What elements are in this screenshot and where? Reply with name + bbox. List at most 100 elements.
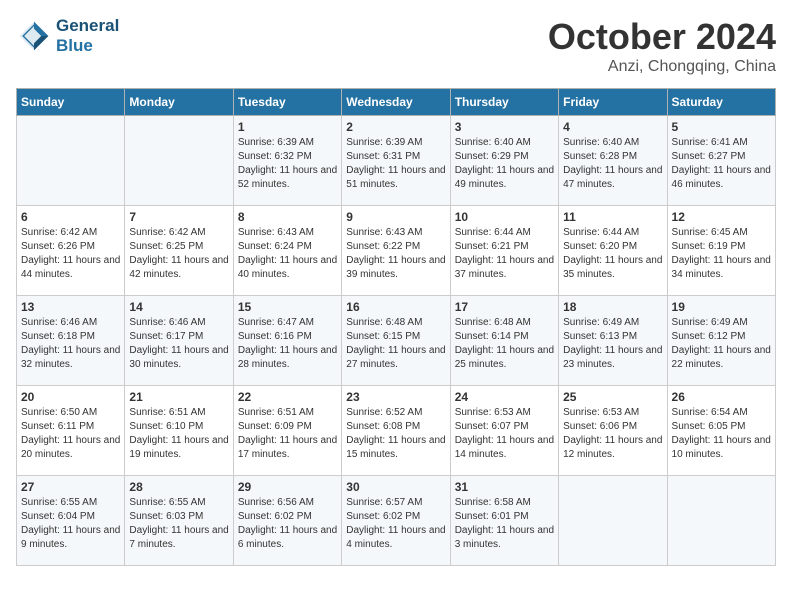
header-saturday: Saturday (667, 89, 775, 116)
day-info: Sunrise: 6:55 AM Sunset: 6:03 PM Dayligh… (129, 496, 228, 552)
header-tuesday: Tuesday (233, 89, 341, 116)
logo-name-bottom: Blue (56, 36, 119, 56)
calendar-week-1: 1Sunrise: 6:39 AM Sunset: 6:32 PM Daylig… (17, 116, 776, 206)
header-monday: Monday (125, 89, 233, 116)
day-number: 31 (455, 480, 554, 494)
calendar-cell: 7Sunrise: 6:42 AM Sunset: 6:25 PM Daylig… (125, 206, 233, 296)
day-info: Sunrise: 6:41 AM Sunset: 6:27 PM Dayligh… (672, 136, 771, 192)
day-number: 19 (672, 300, 771, 314)
day-number: 6 (21, 210, 120, 224)
title-block: October 2024 Anzi, Chongqing, China (548, 16, 776, 76)
day-number: 25 (563, 390, 662, 404)
calendar-cell: 19 Sunrise: 6:49 AM Sunset: 6:12 PM Dayli… (667, 296, 775, 386)
calendar-cell: 27 Sunrise: 6:55 AM Sunset: 6:04 PM Dayli… (17, 476, 125, 566)
calendar-cell: 28 Sunrise: 6:55 AM Sunset: 6:03 PM Dayli… (125, 476, 233, 566)
day-info: Sunrise: 6:40 AM Sunset: 6:28 PM Dayligh… (563, 136, 662, 192)
calendar-cell (125, 116, 233, 206)
calendar-cell: 29 Sunrise: 6:56 AM Sunset: 6:02 PM Dayli… (233, 476, 341, 566)
day-number: 23 (346, 390, 445, 404)
day-info: Sunrise: 6:43 AM Sunset: 6:22 PM Dayligh… (346, 226, 445, 282)
day-info: Sunrise: 6:47 AM Sunset: 6:16 PM Dayligh… (238, 316, 337, 372)
day-info: Sunrise: 6:48 AM Sunset: 6:15 PM Dayligh… (346, 316, 445, 372)
calendar-cell: 21 Sunrise: 6:51 AM Sunset: 6:10 PM Dayli… (125, 386, 233, 476)
calendar-week-2: 6 Sunrise: 6:42 AM Sunset: 6:26 PM Daylig… (17, 206, 776, 296)
calendar-cell: 8 Sunrise: 6:43 AM Sunset: 6:24 PM Daylig… (233, 206, 341, 296)
day-info: Sunrise: 6:40 AM Sunset: 6:29 PM Dayligh… (455, 136, 554, 192)
day-info: Sunrise: 6:56 AM Sunset: 6:02 PM Dayligh… (238, 496, 337, 552)
day-number: 1 (238, 120, 337, 134)
day-number: 14 (129, 300, 228, 314)
calendar-cell: 11Sunrise: 6:44 AM Sunset: 6:20 PM Dayli… (559, 206, 667, 296)
day-info: Sunrise: 6:39 AM Sunset: 6:31 PM Dayligh… (346, 136, 445, 192)
calendar-cell: 3 Sunrise: 6:40 AM Sunset: 6:29 PM Daylig… (450, 116, 558, 206)
calendar-cell: 24Sunrise: 6:53 AM Sunset: 6:07 PM Dayli… (450, 386, 558, 476)
day-info: Sunrise: 6:43 AM Sunset: 6:24 PM Dayligh… (238, 226, 337, 282)
day-number: 29 (238, 480, 337, 494)
page-header: General Blue October 2024 Anzi, Chongqin… (16, 16, 776, 76)
calendar-cell: 13 Sunrise: 6:46 AM Sunset: 6:18 PM Dayli… (17, 296, 125, 386)
day-info: Sunrise: 6:50 AM Sunset: 6:11 PM Dayligh… (21, 406, 120, 462)
calendar-table: SundayMondayTuesdayWednesdayThursdayFrid… (16, 88, 776, 566)
calendar-week-3: 13 Sunrise: 6:46 AM Sunset: 6:18 PM Dayli… (17, 296, 776, 386)
day-info: Sunrise: 6:48 AM Sunset: 6:14 PM Dayligh… (455, 316, 554, 372)
day-number: 20 (21, 390, 120, 404)
location-subtitle: Anzi, Chongqing, China (548, 58, 776, 76)
day-number: 21 (129, 390, 228, 404)
day-info: Sunrise: 6:57 AM Sunset: 6:02 PM Dayligh… (346, 496, 445, 552)
logo-name-top: General (56, 16, 119, 36)
day-number: 5 (672, 120, 771, 134)
day-number: 18 (563, 300, 662, 314)
calendar-cell (559, 476, 667, 566)
calendar-cell: 22 Sunrise: 6:51 AM Sunset: 6:09 PM Dayli… (233, 386, 341, 476)
calendar-cell: 9 Sunrise: 6:43 AM Sunset: 6:22 PM Daylig… (342, 206, 450, 296)
header-sunday: Sunday (17, 89, 125, 116)
calendar-cell (667, 476, 775, 566)
calendar-cell: 14 Sunrise: 6:46 AM Sunset: 6:17 PM Dayli… (125, 296, 233, 386)
day-info: Sunrise: 6:51 AM Sunset: 6:10 PM Dayligh… (129, 406, 228, 462)
day-info: Sunrise: 6:42 AM Sunset: 6:26 PM Dayligh… (21, 226, 120, 282)
day-number: 10 (455, 210, 554, 224)
calendar-header-row: SundayMondayTuesdayWednesdayThursdayFrid… (17, 89, 776, 116)
calendar-cell: 2Sunrise: 6:39 AM Sunset: 6:31 PM Daylig… (342, 116, 450, 206)
day-number: 13 (21, 300, 120, 314)
day-info: Sunrise: 6:46 AM Sunset: 6:18 PM Dayligh… (21, 316, 120, 372)
day-number: 4 (563, 120, 662, 134)
day-info: Sunrise: 6:52 AM Sunset: 6:08 PM Dayligh… (346, 406, 445, 462)
day-number: 3 (455, 120, 554, 134)
calendar-cell: 5 Sunrise: 6:41 AM Sunset: 6:27 PM Daylig… (667, 116, 775, 206)
day-info: Sunrise: 6:53 AM Sunset: 6:07 PM Dayligh… (455, 406, 554, 462)
calendar-cell: 15Sunrise: 6:47 AM Sunset: 6:16 PM Dayli… (233, 296, 341, 386)
day-number: 7 (129, 210, 228, 224)
calendar-cell: 18 Sunrise: 6:49 AM Sunset: 6:13 PM Dayli… (559, 296, 667, 386)
day-info: Sunrise: 6:51 AM Sunset: 6:09 PM Dayligh… (238, 406, 337, 462)
calendar-cell: 1Sunrise: 6:39 AM Sunset: 6:32 PM Daylig… (233, 116, 341, 206)
calendar-cell: 26Sunrise: 6:54 AM Sunset: 6:05 PM Dayli… (667, 386, 775, 476)
day-info: Sunrise: 6:46 AM Sunset: 6:17 PM Dayligh… (129, 316, 228, 372)
calendar-cell: 16 Sunrise: 6:48 AM Sunset: 6:15 PM Dayli… (342, 296, 450, 386)
day-info: Sunrise: 6:54 AM Sunset: 6:05 PM Dayligh… (672, 406, 771, 462)
day-info: Sunrise: 6:55 AM Sunset: 6:04 PM Dayligh… (21, 496, 120, 552)
calendar-cell: 6 Sunrise: 6:42 AM Sunset: 6:26 PM Daylig… (17, 206, 125, 296)
day-info: Sunrise: 6:49 AM Sunset: 6:13 PM Dayligh… (563, 316, 662, 372)
calendar-cell: 30Sunrise: 6:57 AM Sunset: 6:02 PM Dayli… (342, 476, 450, 566)
month-title: October 2024 (548, 16, 776, 58)
logo: General Blue (16, 16, 119, 57)
header-wednesday: Wednesday (342, 89, 450, 116)
day-number: 27 (21, 480, 120, 494)
day-number: 9 (346, 210, 445, 224)
day-number: 8 (238, 210, 337, 224)
calendar-cell: 17 Sunrise: 6:48 AM Sunset: 6:14 PM Dayli… (450, 296, 558, 386)
calendar-cell: 12Sunrise: 6:45 AM Sunset: 6:19 PM Dayli… (667, 206, 775, 296)
day-number: 28 (129, 480, 228, 494)
calendar-cell: 25Sunrise: 6:53 AM Sunset: 6:06 PM Dayli… (559, 386, 667, 476)
calendar-cell: 20 Sunrise: 6:50 AM Sunset: 6:11 PM Dayli… (17, 386, 125, 476)
day-number: 11 (563, 210, 662, 224)
calendar-week-4: 20 Sunrise: 6:50 AM Sunset: 6:11 PM Dayli… (17, 386, 776, 476)
calendar-cell: 4 Sunrise: 6:40 AM Sunset: 6:28 PM Daylig… (559, 116, 667, 206)
day-number: 16 (346, 300, 445, 314)
day-info: Sunrise: 6:49 AM Sunset: 6:12 PM Dayligh… (672, 316, 771, 372)
day-number: 17 (455, 300, 554, 314)
day-number: 22 (238, 390, 337, 404)
day-number: 12 (672, 210, 771, 224)
day-info: Sunrise: 6:58 AM Sunset: 6:01 PM Dayligh… (455, 496, 554, 552)
